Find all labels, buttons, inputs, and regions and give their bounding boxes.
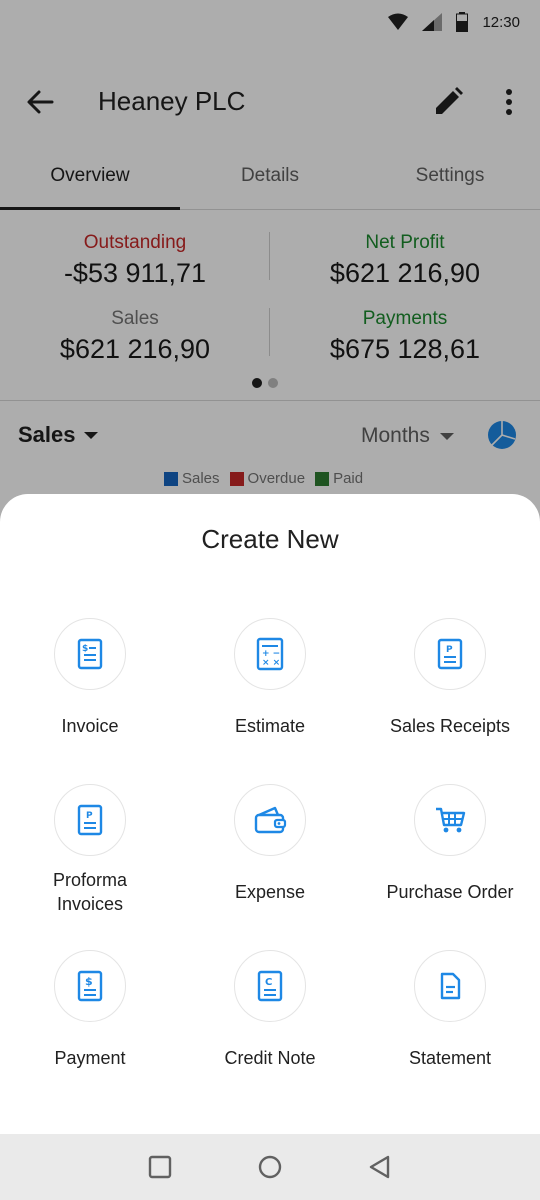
- create-item-label: Estimate: [234, 716, 306, 736]
- back-triangle-icon[interactable]: [367, 1154, 393, 1180]
- create-item-label: Invoice: [61, 716, 119, 736]
- svg-text:P: P: [446, 645, 453, 655]
- create-estimate-button[interactable]: + − × × Estimate: [180, 618, 360, 738]
- home-circle-icon[interactable]: [257, 1154, 283, 1180]
- credit-note-icon: C: [234, 950, 306, 1022]
- sheet-title: Create New: [201, 524, 339, 554]
- create-purchase-order-button[interactable]: Purchase Order: [360, 784, 540, 904]
- create-item-label: Credit Note: [224, 1048, 316, 1068]
- svg-text:P: P: [86, 811, 93, 821]
- create-item-label: Purchase Order: [386, 882, 514, 902]
- create-credit-note-button[interactable]: C Credit Note: [180, 950, 360, 1070]
- create-new-sheet: Create New $ Invoice + − × × Estimate P S…: [0, 494, 540, 1134]
- proforma-invoice-icon: P: [54, 784, 126, 856]
- system-nav-bar: [0, 1134, 540, 1200]
- create-statement-button[interactable]: Statement: [360, 950, 540, 1070]
- create-sales-receipt-button[interactable]: P Sales Receipts: [360, 618, 540, 738]
- svg-text:× ×: × ×: [262, 658, 280, 668]
- create-item-label: Invoices: [56, 894, 124, 914]
- create-item-label: Payment: [54, 1048, 126, 1068]
- sales-receipt-icon: P: [414, 618, 486, 690]
- statement-icon: [414, 950, 486, 1022]
- app-screen: 12:30 Heaney PLC Overview Details Settin…: [0, 0, 540, 1200]
- cart-icon: [414, 784, 486, 856]
- create-item-label: Statement: [408, 1048, 492, 1068]
- svg-text:$: $: [82, 644, 88, 654]
- create-expense-button[interactable]: Expense: [180, 784, 360, 904]
- recents-square-icon[interactable]: [147, 1154, 173, 1180]
- create-invoice-button[interactable]: $ Invoice: [0, 618, 180, 738]
- svg-text:C: C: [265, 977, 272, 988]
- wallet-icon: [234, 784, 306, 856]
- create-proforma-invoice-button[interactable]: P Proforma Invoices: [0, 784, 180, 916]
- invoice-icon: $: [54, 618, 126, 690]
- estimate-icon: + − × ×: [234, 618, 306, 690]
- payment-icon: $: [54, 950, 126, 1022]
- create-item-label: Expense: [234, 882, 306, 902]
- svg-text:$: $: [85, 975, 93, 988]
- create-item-label: Proforma: [52, 870, 128, 890]
- create-payment-button[interactable]: $ Payment: [0, 950, 180, 1070]
- create-item-label: Sales Receipts: [389, 716, 511, 736]
